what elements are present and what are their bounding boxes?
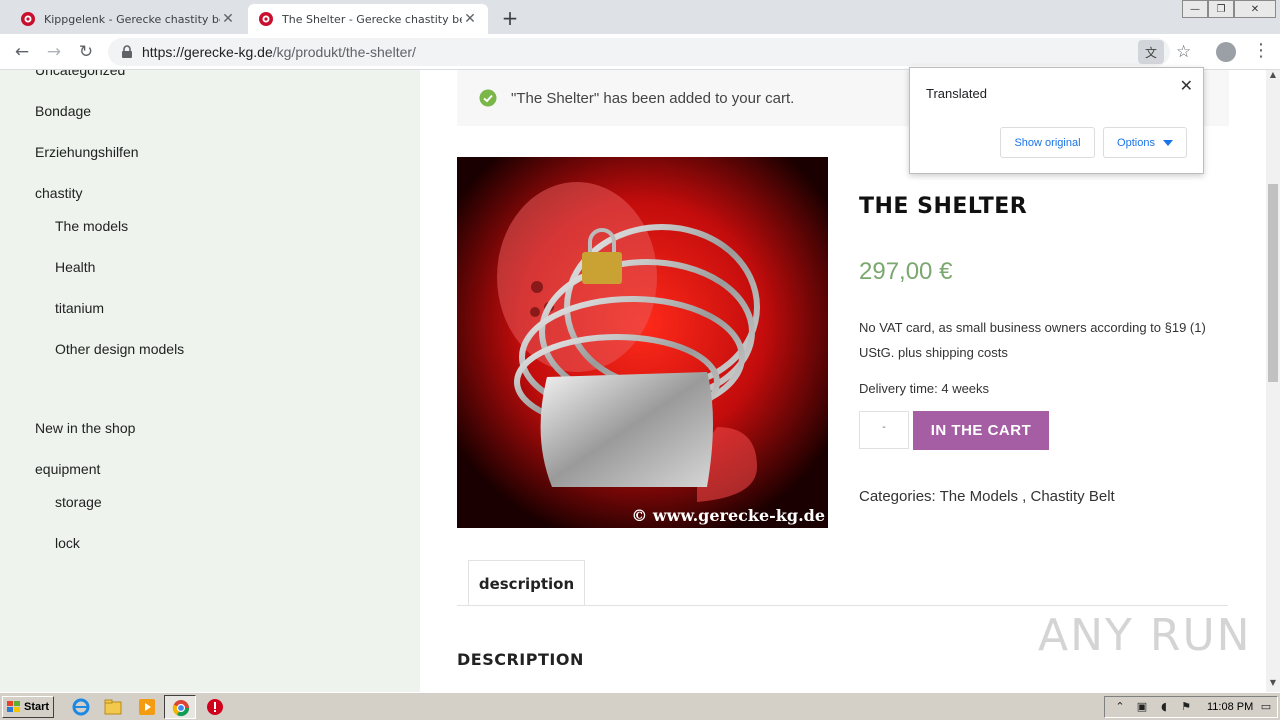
forward-arrow-icon[interactable]: → — [42, 40, 66, 64]
scroll-up-arrow-icon[interactable]: ▲ — [1266, 70, 1280, 84]
address-bar[interactable]: https://gerecke-kg.de/kg/produkt/the-she… — [108, 38, 1170, 66]
tab-title: Kippgelenk - Gerecke chastity belt — [44, 12, 220, 26]
sidebar-item-equipment[interactable]: equipment — [35, 461, 100, 477]
more-menu-icon[interactable]: ⋮ — [1252, 40, 1270, 61]
lock-icon — [122, 45, 132, 58]
vat-note: No VAT card, as small business owners ac… — [859, 320, 1206, 360]
sidebar-item-the-models[interactable]: The models — [55, 218, 128, 234]
delivery-time: Delivery time: 4 weeks — [859, 381, 990, 396]
product-image[interactable]: © www.gerecke-kg.de — [457, 157, 828, 528]
gear-favicon-icon — [259, 12, 273, 26]
taskbar-clock: 11:08 PM — [1207, 701, 1254, 713]
start-button[interactable]: Start — [2, 696, 54, 718]
bookmark-star-icon[interactable]: ☆ — [1176, 42, 1191, 62]
tab-strip: Kippgelenk - Gerecke chastity belt ✕ The… — [0, 0, 1280, 34]
tab-divider — [457, 605, 1228, 606]
tab-the-shelter[interactable]: The Shelter - Gerecke chastity belt ✕ — [248, 4, 488, 34]
url-text: https://gerecke-kg.de/kg/produkt/the-she… — [142, 44, 416, 60]
volume-icon[interactable]: ◖ — [1157, 700, 1171, 714]
product-price: 297,00 € — [859, 258, 953, 285]
options-label: Options — [1117, 136, 1155, 149]
cart-notice-message: "The Shelter" has been added to your car… — [511, 89, 795, 107]
back-arrow-icon[interactable]: ← — [10, 40, 34, 64]
chrome-taskbar-button[interactable] — [164, 695, 196, 719]
categories-links[interactable]: The Models , Chastity Belt — [940, 488, 1115, 505]
sidebar-item-titanium[interactable]: titanium — [55, 300, 104, 316]
tab-kippgelenk[interactable]: Kippgelenk - Gerecke chastity belt ✕ — [10, 4, 246, 34]
folder-icon[interactable] — [104, 698, 122, 716]
close-tab-icon[interactable]: ✕ — [462, 11, 478, 27]
page-scrollbar[interactable]: ▲ ▼ — [1266, 70, 1280, 692]
close-icon[interactable]: ✕ — [1180, 76, 1193, 95]
system-tray: ⌃ ▣ ◖ ⚑ 11:08 PM ▭ — [1104, 696, 1278, 718]
sidebar-item-new-in-shop[interactable]: New in the shop — [35, 420, 135, 436]
url-domain: https://gerecke-kg.de — [142, 44, 273, 60]
close-tab-icon[interactable]: ✕ — [220, 11, 236, 27]
gear-favicon-icon — [21, 12, 35, 26]
show-original-button[interactable]: Show original — [1000, 127, 1095, 158]
description-heading: DESCRIPTION — [457, 650, 584, 669]
tab-description[interactable]: description — [468, 560, 585, 606]
sidebar-item-other-design-models[interactable]: Other design models — [55, 341, 184, 357]
check-circle-icon — [479, 89, 497, 107]
windows-logo-icon — [7, 701, 20, 712]
translate-popup: Translated ✕ Show original Options — [909, 67, 1204, 174]
product-categories: Categories: The Models , Chastity Belt — [859, 488, 1115, 505]
category-sidebar: Uncategorized Bondage Erziehungshilfen c… — [0, 70, 420, 692]
close-window-button[interactable]: ✕ — [1234, 0, 1276, 18]
scroll-thumb[interactable] — [1268, 184, 1278, 382]
scroll-down-arrow-icon[interactable]: ▼ — [1266, 678, 1280, 692]
caret-down-icon — [1162, 139, 1173, 146]
anyrun-watermark: ANY RUN — [1038, 610, 1252, 661]
internet-explorer-icon[interactable] — [72, 698, 90, 716]
image-caption: © www.gerecke-kg.de — [631, 506, 825, 525]
sidebar-item-erziehungshilfen[interactable]: Erziehungshilfen — [35, 144, 139, 160]
sidebar-item-uncategorized[interactable]: Uncategorized — [35, 70, 125, 78]
stop-sign-icon[interactable] — [206, 698, 224, 716]
url-path: /kg/produkt/the-shelter/ — [272, 44, 416, 60]
quantity-input[interactable]: - — [859, 411, 909, 449]
reload-icon[interactable]: ↻ — [74, 40, 98, 64]
restore-button[interactable]: ❐ — [1208, 0, 1234, 18]
start-label: Start — [24, 701, 50, 713]
browser-toolbar: ← → ↻ https://gerecke-kg.de/kg/produkt/t… — [0, 34, 1280, 70]
sidebar-item-storage[interactable]: storage — [55, 494, 102, 510]
show-desktop-icon[interactable]: ▭ — [1259, 700, 1273, 714]
sidebar-item-health[interactable]: Health — [55, 259, 95, 275]
sidebar-item-chastity[interactable]: chastity — [35, 185, 82, 201]
options-button[interactable]: Options — [1103, 127, 1187, 158]
chrome-icon — [172, 700, 190, 717]
tray-expand-icon[interactable]: ⌃ — [1113, 700, 1127, 714]
media-player-icon[interactable] — [138, 698, 156, 716]
chastity-device-image: © www.gerecke-kg.de — [457, 157, 828, 528]
sidebar-item-lock[interactable]: lock — [55, 535, 80, 551]
product-title: THE SHELTER — [859, 194, 1028, 219]
sidebar-item-bondage[interactable]: Bondage — [35, 103, 91, 119]
minimize-button[interactable]: — — [1182, 0, 1208, 18]
translate-popup-title: Translated — [926, 86, 987, 101]
network-icon[interactable]: ▣ — [1135, 700, 1149, 714]
window-controls: — ❐ ✕ — [1182, 0, 1276, 18]
profile-avatar-icon[interactable] — [1216, 42, 1236, 62]
new-tab-button[interactable]: + — [498, 6, 522, 30]
windows-taskbar: Start ⌃ ▣ ◖ ⚑ 11:08 PM ▭ — [0, 692, 1280, 720]
add-to-cart-button[interactable]: IN THE CART — [913, 411, 1049, 450]
flag-icon[interactable]: ⚑ — [1179, 700, 1193, 714]
translate-icon[interactable]: 文 — [1138, 40, 1164, 64]
tab-title: The Shelter - Gerecke chastity belt — [282, 12, 462, 26]
categories-label: Categories: — [859, 488, 936, 505]
